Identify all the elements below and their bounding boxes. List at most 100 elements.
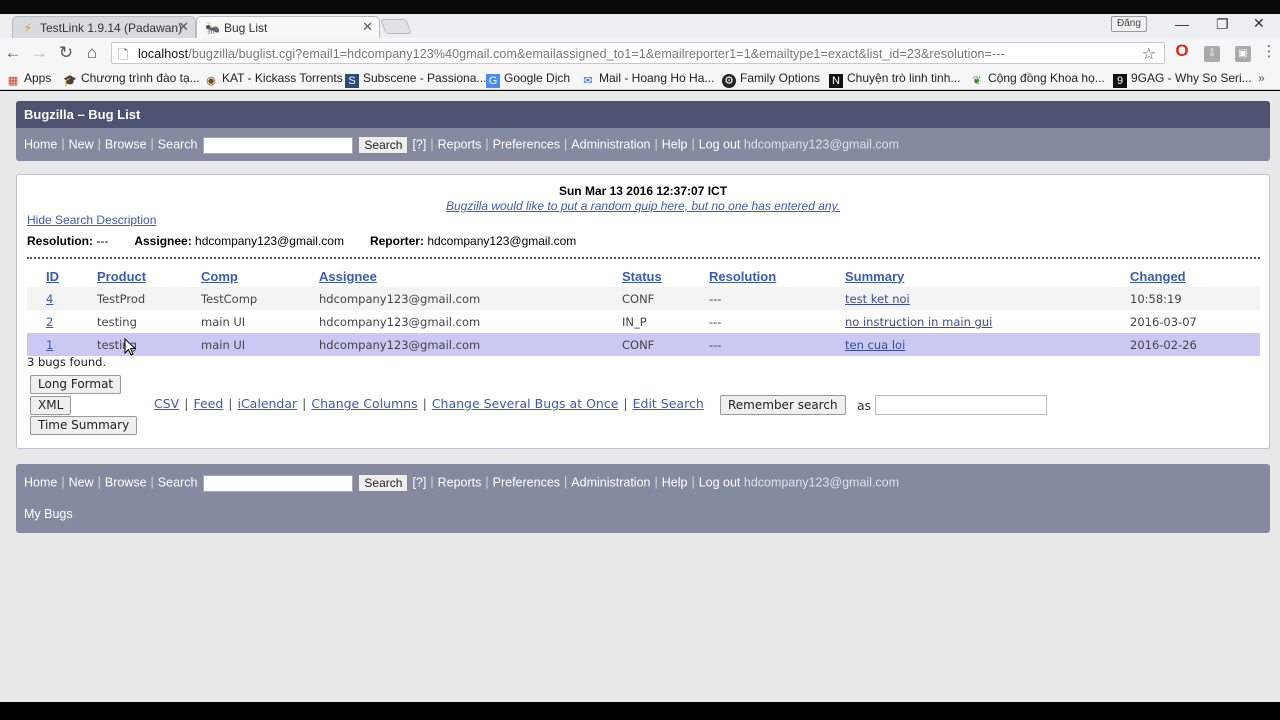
bookmark-label: Mail - Hoang Ho Ha... [599, 71, 715, 85]
close-icon[interactable]: ✕ [362, 19, 373, 35]
bugzilla-icon: 🐜 [205, 21, 220, 35]
reload-icon[interactable]: ↻ [56, 43, 76, 63]
bug-resolution: --- [709, 333, 845, 356]
bug-status: IN_P [622, 310, 709, 333]
nav-new[interactable]: New [69, 137, 94, 151]
close-window-icon[interactable]: ✕ [1253, 15, 1265, 32]
nav-browse[interactable]: Browse [105, 475, 147, 489]
nav-logout[interactable]: Log out [699, 137, 741, 151]
address-bar[interactable]: 🗋 localhost/bugzilla/buglist.cgi?email1=… [111, 42, 1165, 64]
bookmark-item[interactable]: 9 9GAG - Why So Seri... [1113, 71, 1252, 88]
icalendar-link[interactable]: iCalendar [237, 396, 297, 411]
nav-home[interactable]: Home [24, 137, 57, 151]
new-tab-button[interactable] [380, 19, 412, 34]
tab-testlink[interactable]: ⚡ TestLink 1.9.14 (Padawan) ✕ [12, 16, 196, 38]
remember-search-button[interactable]: Remember search [720, 395, 846, 415]
os-bottom-bar [0, 702, 1280, 720]
nav-logout[interactable]: Log out [699, 475, 741, 489]
nav-search[interactable]: Search [158, 475, 198, 489]
quip-link[interactable]: Bugzilla would like to put a random quip… [17, 199, 1269, 213]
bookmarks-bar: ▦ Apps 🎓 Chương trình đào tạ... ◉ KAT - Kic… [0, 68, 1280, 90]
bookmark-label: Cộng đồng Khoa họ... [988, 71, 1105, 85]
bookmark-item[interactable]: N Chuyện trò linh tinh... [829, 71, 960, 88]
bookmark-item[interactable]: ⚙ Family Options [722, 71, 820, 88]
table-row: 1 testing main UI hdcompany123@gmail.com… [27, 333, 1260, 356]
nav-reports[interactable]: Reports [438, 137, 482, 151]
bookmark-star-icon[interactable]: ☆ [1142, 44, 1156, 64]
nav-administration[interactable]: Administration [571, 475, 650, 489]
change-columns-link[interactable]: Change Columns [311, 396, 417, 411]
bookmark-apps[interactable]: ▦ Apps [6, 71, 52, 88]
time-summary-button[interactable]: Time Summary [30, 416, 138, 435]
page-info-icon[interactable]: 🗋 [118, 46, 128, 68]
csv-link[interactable]: CSV [154, 396, 179, 411]
feed-link[interactable]: Feed [193, 396, 223, 411]
apps-grid-icon: ▦ [7, 75, 19, 87]
browser-toolbar: ← → ↻ ⌂ 🗋 localhost/bugzilla/buglist.cgi… [0, 38, 1280, 68]
column-header-comp[interactable]: Comp [201, 265, 319, 287]
bug-id-link[interactable]: 1 [46, 338, 53, 352]
extension-icon[interactable]: ▣ [1235, 46, 1251, 62]
xml-button[interactable]: XML [30, 396, 72, 415]
user-email: hdcompany123@gmail.com [743, 137, 900, 152]
quip-text[interactable]: Bugzilla would like to put a random quip… [446, 199, 840, 213]
bookmark-item[interactable]: ✉ Mail - Hoang Ho Ha... [581, 71, 714, 88]
chat-icon: N [829, 74, 843, 88]
home-icon[interactable]: ⌂ [82, 43, 102, 63]
opera-icon[interactable]: O [1174, 42, 1190, 59]
quicksearch-button[interactable]: Search [358, 136, 409, 154]
bookmark-item[interactable]: G Google Dịch [486, 71, 570, 88]
column-header-product[interactable]: Product [97, 265, 201, 287]
quicksearch-help-link[interactable]: [?] [412, 137, 426, 151]
column-header-resolution[interactable]: Resolution [709, 265, 845, 287]
long-format-button[interactable]: Long Format [30, 375, 122, 394]
column-header-status[interactable]: Status [622, 265, 709, 287]
forward-arrow-icon[interactable]: → [29, 43, 49, 63]
menu-icon[interactable]: ⋮ [1261, 44, 1277, 60]
column-header-assignee[interactable]: Assignee [319, 265, 622, 287]
bug-id-link[interactable]: 4 [46, 292, 53, 306]
nav-new[interactable]: New [69, 475, 94, 489]
quicksearch-input[interactable] [203, 474, 354, 492]
bug-summary-link[interactable]: no instruction in main gui [845, 315, 992, 329]
edit-search-link[interactable]: Edit Search [633, 396, 704, 411]
quicksearch-help-link[interactable]: [?] [412, 475, 426, 489]
quicksearch-input[interactable] [203, 136, 354, 154]
close-icon[interactable]: ✕ [178, 19, 189, 35]
remember-search-name-input[interactable] [875, 395, 1047, 415]
bookmark-item[interactable]: 🎓 Chương trình đào tạ... [63, 71, 200, 88]
hide-search-description-link[interactable]: Hide Search Description [27, 213, 156, 227]
nav-preferences[interactable]: Preferences [493, 137, 560, 151]
nav-search[interactable]: Search [158, 137, 198, 151]
bookmark-item[interactable]: ❦ Cộng đồng Khoa họ... [970, 71, 1105, 88]
download-icon[interactable]: ⇩ [1204, 46, 1220, 62]
signin-button[interactable]: Đăng [1111, 16, 1147, 32]
column-header-summary[interactable]: Summary [845, 265, 1130, 287]
my-bugs-link[interactable]: My Bugs [24, 507, 73, 521]
criteria-reporter-label: Reporter: [369, 234, 424, 248]
bookmarks-overflow-icon[interactable]: » [1258, 71, 1265, 85]
nav-browse[interactable]: Browse [105, 137, 147, 151]
bug-summary-link[interactable]: test ket noi [845, 292, 910, 306]
column-header-changed[interactable]: Changed [1130, 265, 1260, 287]
nav-preferences[interactable]: Preferences [493, 475, 560, 489]
back-arrow-icon[interactable]: ← [3, 43, 23, 63]
column-header-id[interactable]: ID [27, 265, 97, 287]
nav-administration[interactable]: Administration [571, 137, 650, 151]
quicksearch-button[interactable]: Search [358, 474, 409, 492]
minimize-icon[interactable]: — [1175, 16, 1189, 32]
restore-icon[interactable]: ❐ [1216, 16, 1229, 33]
bug-id-link[interactable]: 2 [46, 315, 53, 329]
bookmark-item[interactable]: S Subscene - Passiona... [345, 71, 486, 88]
tab-bug-list[interactable]: 🐜 Bug List ✕ [196, 16, 380, 38]
bug-summary-link[interactable]: ten cua loi [845, 338, 905, 352]
nav-help[interactable]: Help [662, 137, 688, 151]
nav-help[interactable]: Help [662, 475, 688, 489]
bookmark-item[interactable]: ◉ KAT - Kickass Torrents [204, 71, 343, 88]
search-timestamp: Sun Mar 13 2016 12:37:07 ICT [558, 184, 728, 198]
bug-changed: 2016-02-26 [1130, 333, 1260, 356]
change-several-bugs-link[interactable]: Change Several Bugs at Once [432, 396, 619, 411]
url-host: localhost [138, 47, 189, 61]
nav-reports[interactable]: Reports [438, 475, 482, 489]
nav-home[interactable]: Home [24, 475, 57, 489]
